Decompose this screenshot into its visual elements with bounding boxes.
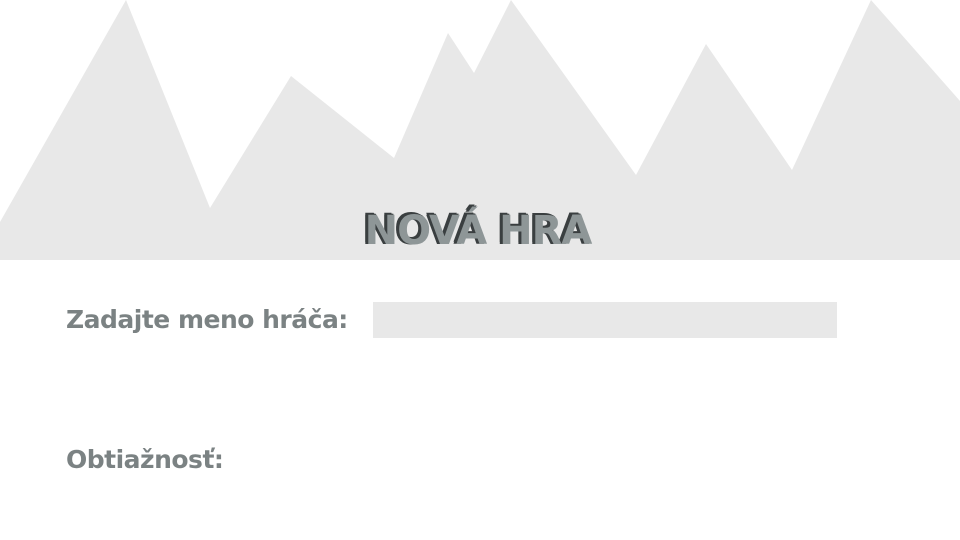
player-name-input[interactable] bbox=[373, 302, 837, 338]
page-title: NOVÁ HRA bbox=[364, 208, 593, 254]
difficulty-label: Obtiažnosť: bbox=[66, 445, 224, 474]
player-name-label: Zadajte meno hráča: bbox=[66, 305, 348, 334]
